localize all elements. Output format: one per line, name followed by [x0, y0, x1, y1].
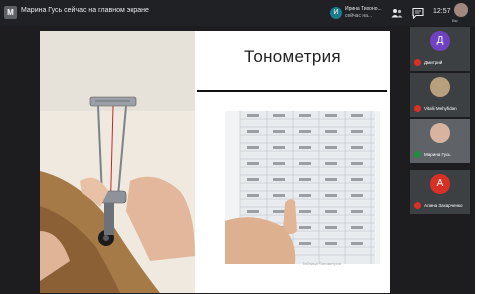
- participant-name: Алина Захарченко: [424, 203, 463, 208]
- participant-tile[interactable]: Vitalii Mehyfidan: [410, 73, 470, 117]
- mic-muted-icon: [414, 59, 421, 66]
- screen-share-status: Марина Гусь сейчас на главном экране: [21, 7, 149, 14]
- participant-avatar: [430, 123, 450, 143]
- table-caption: Таблица Тонометрия: [302, 261, 341, 266]
- mic-on-icon: [414, 151, 421, 158]
- participant-avatar: [430, 77, 450, 97]
- title-divider: [197, 90, 387, 92]
- presenter-name: Ирина Тихоно...: [345, 6, 382, 12]
- mic-muted-icon: [414, 202, 421, 209]
- chat-icon[interactable]: [412, 7, 424, 19]
- participant-avatar: Д: [430, 31, 450, 51]
- presenter-avatar: И: [330, 7, 342, 19]
- tonometry-table-photo: [225, 111, 380, 264]
- people-icon[interactable]: [391, 7, 403, 19]
- top-bar: M Марина Гусь сейчас на главном экране И…: [0, 0, 475, 26]
- presenter-chip[interactable]: И Ирина Тихоно... сейчас на...: [330, 5, 386, 22]
- participant-name: Марина Гусь: [424, 152, 451, 157]
- clock: 12:57: [433, 8, 451, 15]
- participant-tile[interactable]: Марина Гусь: [410, 119, 470, 163]
- tonometer-photo: [40, 31, 195, 293]
- shared-slide: Тонометрия Таблица Тонометрия: [40, 31, 390, 293]
- meet-app-icon[interactable]: M: [4, 6, 17, 19]
- participant-avatar: А: [430, 174, 450, 194]
- mic-muted-icon: [414, 105, 421, 112]
- participant-name: Vitalii Mehyfidan: [424, 106, 457, 111]
- participant-tile[interactable]: Д Дмитрий: [410, 27, 470, 71]
- participant-tile[interactable]: А Алина Захарченко: [410, 170, 470, 214]
- self-label: Вы: [452, 18, 458, 23]
- presenter-status: сейчас на...: [345, 13, 373, 19]
- slide-title: Тонометрия: [244, 47, 341, 66]
- participant-name: Дмитрий: [424, 60, 443, 65]
- self-avatar[interactable]: [454, 3, 468, 17]
- meet-window: M Марина Гусь сейчас на главном экране И…: [0, 0, 475, 294]
